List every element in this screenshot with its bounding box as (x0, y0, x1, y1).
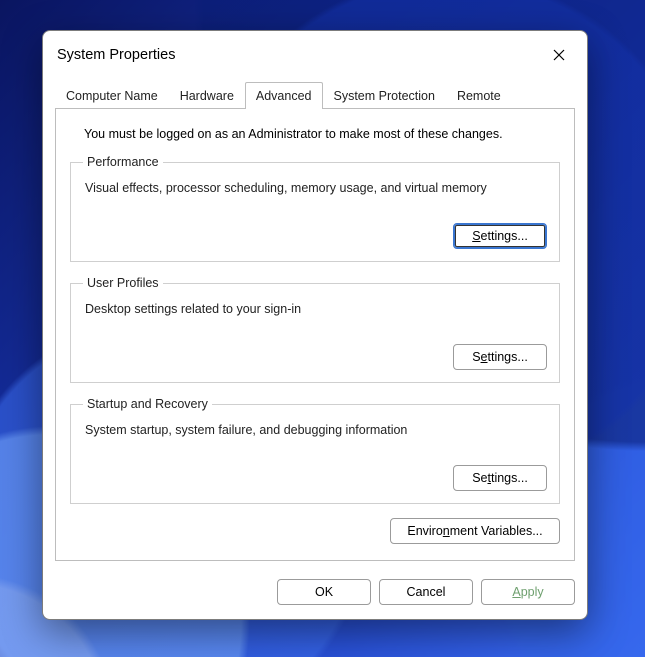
group-performance-legend: Performance (83, 155, 163, 169)
titlebar: System Properties (43, 31, 587, 75)
tab-system-protection[interactable]: System Protection (323, 82, 446, 109)
window-title: System Properties (57, 47, 539, 63)
startup-recovery-settings-button[interactable]: Settings... (453, 465, 547, 491)
environment-variables-button[interactable]: Environment Variables... (390, 518, 560, 544)
tab-advanced[interactable]: Advanced (245, 82, 323, 109)
dialog-action-row: OK Cancel Apply (43, 561, 587, 619)
tabstrip: Computer Name Hardware Advanced System P… (55, 81, 575, 109)
admin-notice: You must be logged on as an Administrato… (84, 127, 556, 141)
performance-settings-button[interactable]: Settings... (453, 223, 547, 249)
group-performance: Performance Visual effects, processor sc… (70, 155, 560, 262)
group-startup-recovery-desc: System startup, system failure, and debu… (85, 423, 547, 437)
user-profiles-settings-button[interactable]: Settings... (453, 344, 547, 370)
group-startup-recovery-legend: Startup and Recovery (83, 397, 212, 411)
group-performance-desc: Visual effects, processor scheduling, me… (85, 181, 547, 195)
tab-body-advanced: You must be logged on as an Administrato… (55, 109, 575, 561)
group-user-profiles-legend: User Profiles (83, 276, 163, 290)
tab-computer-name[interactable]: Computer Name (55, 82, 169, 109)
close-icon (553, 49, 565, 61)
ok-button[interactable]: OK (277, 579, 371, 605)
group-user-profiles-desc: Desktop settings related to your sign-in (85, 302, 547, 316)
close-button[interactable] (539, 41, 579, 69)
cancel-button[interactable]: Cancel (379, 579, 473, 605)
system-properties-dialog: System Properties Computer Name Hardware… (42, 30, 588, 620)
tab-area: Computer Name Hardware Advanced System P… (43, 75, 587, 109)
apply-button[interactable]: Apply (481, 579, 575, 605)
tab-hardware[interactable]: Hardware (169, 82, 245, 109)
group-startup-recovery: Startup and Recovery System startup, sys… (70, 397, 560, 504)
group-user-profiles: User Profiles Desktop settings related t… (70, 276, 560, 383)
tab-remote[interactable]: Remote (446, 82, 512, 109)
